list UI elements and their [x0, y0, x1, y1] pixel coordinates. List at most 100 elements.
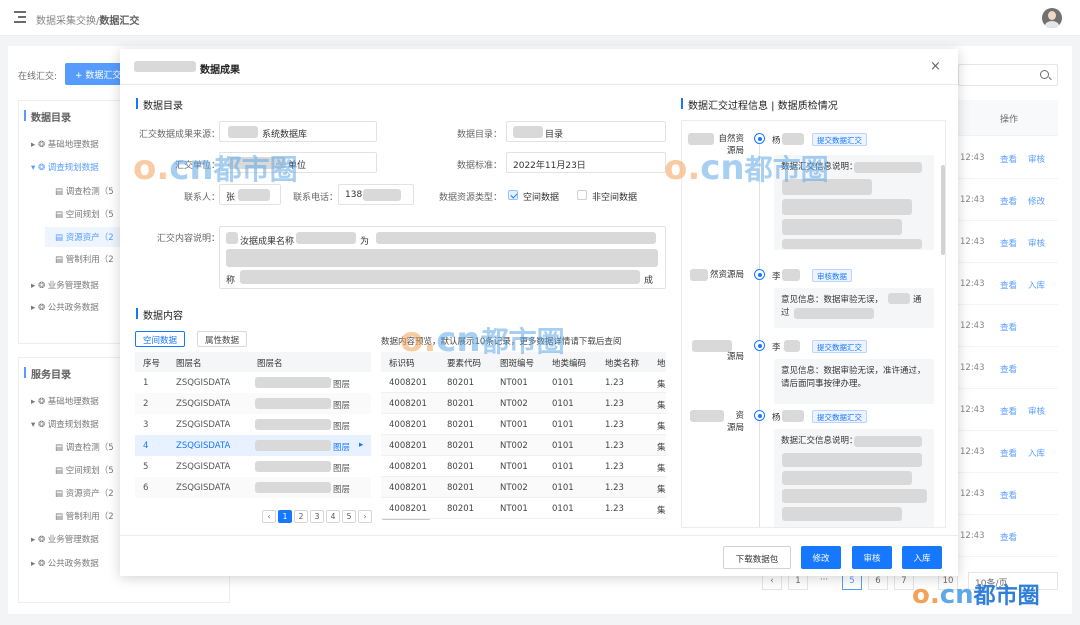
preview-cell: 80201	[447, 462, 475, 472]
preview-cell: 1.23	[605, 420, 624, 430]
type-label: 数据资源类型：	[438, 193, 502, 203]
dir-field: 目录	[506, 121, 666, 142]
timeline-name: 杨	[772, 136, 781, 146]
timeline-org: 资 源局	[726, 411, 744, 433]
preview-cell: 1.23	[605, 462, 624, 472]
layer-pagination: ‹ 1 2 3 4 5 ›	[262, 510, 372, 524]
preview-cell: 集	[657, 485, 666, 495]
layer-name: 图层	[333, 380, 351, 390]
preview-cell: 0101	[552, 378, 574, 388]
preview-cell: 4008201	[389, 378, 427, 388]
review-button[interactable]: 审核	[852, 546, 892, 569]
catalog-section-title: 数据目录	[136, 97, 183, 112]
layer-name: 图层	[333, 464, 351, 474]
tab-attribute-data[interactable]: 属性数据	[197, 331, 248, 347]
timeline-org: 源局	[726, 352, 744, 362]
layer-name: 图层	[333, 443, 351, 453]
redacted-block	[255, 482, 331, 493]
page-button[interactable]: 5	[342, 510, 356, 523]
preview-cell: NT001	[500, 462, 528, 472]
row-index: 2	[143, 399, 149, 409]
preview-cell: 4008201	[389, 483, 427, 493]
store-button[interactable]: 入库	[902, 546, 942, 569]
timeline-name: 李	[772, 272, 781, 282]
page-button[interactable]: 1	[278, 510, 292, 523]
row-index: 5	[143, 462, 149, 472]
timeline-scrollbar[interactable]	[941, 165, 945, 255]
preview-row: 4008201 80201 NT002 0101 1.23 集	[381, 435, 666, 456]
preview-cell: 4008201	[389, 420, 427, 430]
row-arrow-icon: ▸	[359, 440, 364, 450]
std-label: 数据标准：	[456, 161, 502, 171]
modal-title: 数据成果	[200, 65, 240, 76]
dir-label: 数据目录：	[456, 130, 502, 140]
layer-name: 图层	[333, 485, 351, 495]
preview-cell: 4008201	[389, 441, 427, 451]
preview-cell: NT002	[500, 483, 528, 493]
phone-label: 联系电话：	[292, 193, 338, 203]
content-section-title: 数据内容	[136, 307, 183, 322]
preview-row: 4008201 80201 NT001 0101 1.23 集	[381, 414, 666, 435]
watermark-logo: o.cn都市圈	[133, 148, 298, 188]
layer-row[interactable]: 4 ZSQGISDATA 图层 ▸	[135, 435, 371, 456]
preview-cell: 集	[657, 401, 666, 411]
redacted-block	[255, 461, 331, 472]
redacted-block	[255, 398, 331, 409]
preview-cell: NT002	[500, 441, 528, 451]
layer-code: ZSQGISDATA	[176, 378, 231, 388]
preview-row: 4008201 80201 NT002 0101 1.23 集	[381, 477, 666, 498]
preview-row: 4008201 80201 NT002 0101 1.23 集	[381, 393, 666, 414]
source-field: 系统数据库	[219, 121, 377, 142]
close-icon[interactable]: ×	[930, 59, 941, 74]
layer-row[interactable]: 1 ZSQGISDATA 图层	[135, 372, 371, 393]
process-section-title: 数据汇交过程信息 | 数据质检情况	[681, 97, 838, 112]
preview-cell: 0101	[552, 462, 574, 472]
layer-code: ZSQGISDATA	[176, 441, 231, 451]
preview-cell: 4008201	[389, 462, 427, 472]
download-button[interactable]: 下载数据包	[723, 546, 791, 569]
preview-row: 4008201 80201 NT001 0101 1.23 集	[381, 372, 666, 393]
preview-cell: 集	[657, 443, 666, 453]
page-button[interactable]: 2	[294, 510, 308, 523]
layer-row[interactable]: 2 ZSQGISDATA 图层	[135, 393, 371, 414]
preview-cell: 集	[657, 380, 666, 390]
page-button[interactable]: 4	[326, 510, 340, 523]
spatial-checkbox-label: 空间数据	[523, 193, 560, 203]
layer-row[interactable]: 3 ZSQGISDATA 图层	[135, 414, 371, 435]
preview-cell: 0101	[552, 399, 574, 409]
preview-cell: 80201	[447, 378, 475, 388]
preview-cell: 0101	[552, 420, 574, 430]
page-next[interactable]: ›	[358, 510, 372, 523]
preview-row: 4008201 80201 NT001 0101 1.23 集	[381, 456, 666, 477]
preview-cell: 4008201	[389, 399, 427, 409]
spatial-checkbox[interactable]	[508, 190, 518, 200]
layer-table-header: 序号 图层名 图层名	[135, 352, 371, 372]
layer-code: ZSQGISDATA	[176, 399, 231, 409]
redacted-block	[255, 377, 331, 388]
preview-cell: 1.23	[605, 441, 624, 451]
timeline-dot	[754, 410, 765, 421]
desc-label: 汇交内容说明：	[156, 234, 220, 244]
layer-row[interactable]: 5 ZSQGISDATA 图层	[135, 456, 371, 477]
preview-cell: 集	[657, 422, 666, 432]
data-result-modal: 数据成果 × 数据目录 汇交数据成果来源： 系统数据库 数据目录： 目录 汇交单…	[120, 49, 958, 576]
preview-cell: 1.23	[605, 483, 624, 493]
preview-cell: 80201	[447, 483, 475, 493]
preview-row: 4008201 80201 NT001 0101 1.23 集	[381, 498, 666, 519]
page-prev[interactable]: ‹	[262, 510, 276, 523]
layer-row[interactable]: 6 ZSQGISDATA 图层	[135, 477, 371, 498]
timeline-card: 意见信息：数据审验无误，准许通过，请后面同事按律办理。	[774, 359, 934, 404]
tab-spatial-data[interactable]: 空间数据	[135, 331, 186, 347]
phone-field: 138	[338, 184, 414, 205]
nonspatial-checkbox[interactable]	[577, 190, 587, 200]
preview-cell: NT001	[500, 420, 528, 430]
timeline-dot	[754, 340, 765, 351]
preview-cell: 80201	[447, 420, 475, 430]
timeline-tag: 提交数据汇交	[812, 340, 867, 353]
modify-button[interactable]: 修改	[801, 546, 841, 569]
source-label: 汇交数据成果来源：	[138, 130, 220, 140]
timeline-org: 然资源局	[709, 270, 744, 280]
page-button[interactable]: 3	[310, 510, 324, 523]
layer-code: ZSQGISDATA	[176, 483, 231, 493]
row-index: 4	[143, 441, 149, 451]
